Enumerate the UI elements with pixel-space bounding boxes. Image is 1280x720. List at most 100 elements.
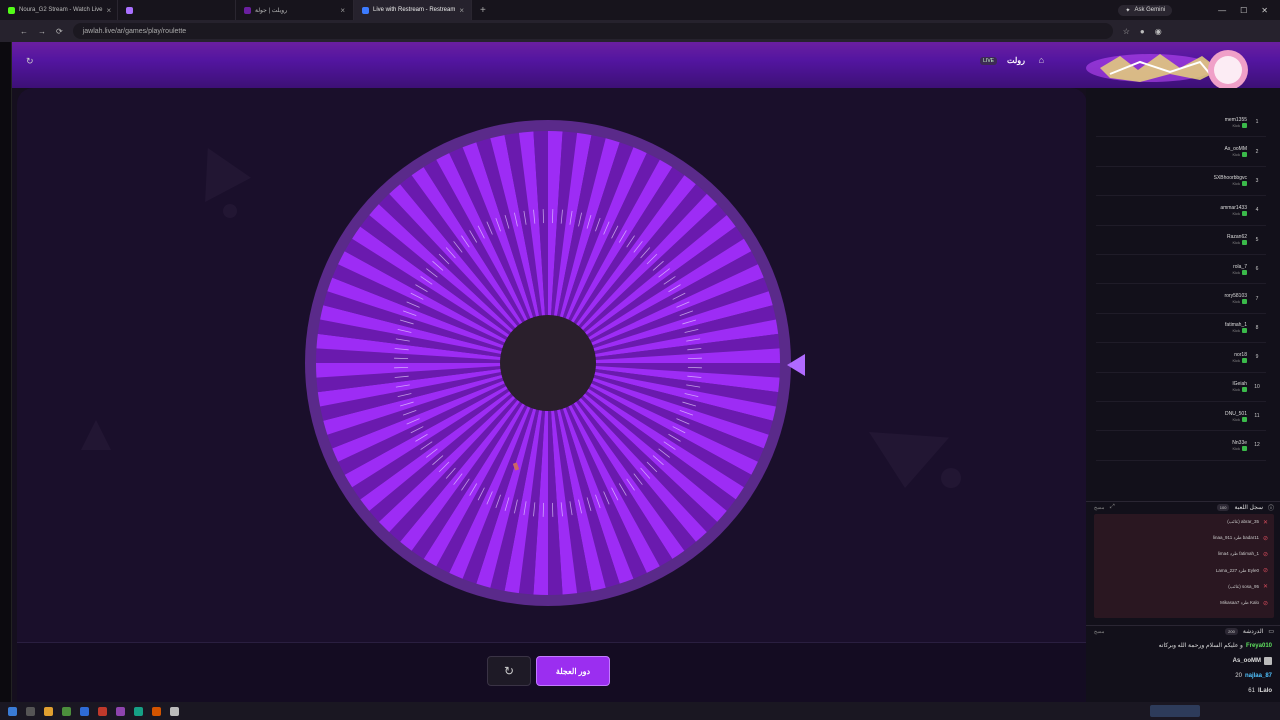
- taskbar-app-icon[interactable]: [98, 706, 107, 716]
- player-platform: Kick: [1232, 416, 1240, 422]
- chat-title: الدردشة: [1242, 629, 1264, 635]
- taskbar-app-icon[interactable]: [152, 706, 161, 716]
- chat-message: و عليكم السلام ورحمة الله وبركاته Freya01…: [1086, 638, 1272, 653]
- player-meta: Kick: [1232, 210, 1247, 216]
- close-icon[interactable]: ×: [106, 6, 111, 15]
- chat-username[interactable]: lLalo: [1258, 688, 1272, 694]
- player-platform: Kick: [1232, 357, 1240, 363]
- taskbar-app-icon[interactable]: [170, 706, 179, 716]
- kick-icon: [1242, 387, 1247, 393]
- info-icon[interactable]: ⓘ: [1268, 503, 1274, 512]
- decor-dot: [941, 468, 961, 488]
- page-title: رولت: [1006, 56, 1025, 65]
- player-info: DNU_501 Kick: [1225, 411, 1247, 422]
- log-item: (غائب) sosa_95 ✕: [1094, 579, 1274, 595]
- twitch-icon: [126, 6, 133, 14]
- log-text: lima4 طرد fatimah_1: [1217, 551, 1259, 557]
- player-rank: 8: [1255, 324, 1259, 331]
- wheel-hub: [500, 315, 596, 411]
- tab-label: Noura_G2 Stream - Watch Live: [19, 7, 103, 13]
- browser-tab[interactable]: [118, 0, 236, 20]
- home-icon[interactable]: ⌂: [1039, 55, 1044, 65]
- eliminated-icon: ✕: [1262, 584, 1268, 591]
- extension-icon[interactable]: ●: [1140, 27, 1145, 36]
- player-meta: Kick: [1232, 445, 1247, 451]
- close-icon[interactable]: ×: [340, 6, 345, 15]
- player-platform: Kick: [1232, 445, 1240, 451]
- player-platform: Kick: [1232, 152, 1240, 158]
- wheel-pointer-icon: [787, 354, 805, 376]
- expand-icon[interactable]: ⤢: [1110, 504, 1115, 511]
- player-platform: Kick: [1232, 122, 1240, 128]
- taskbar-app-icon[interactable]: [116, 706, 125, 716]
- browser-tab-bar: Noura_G2 Stream - Watch Live × رويلت | جو…: [0, 0, 1280, 20]
- minimize-icon[interactable]: —: [1218, 6, 1226, 15]
- player-rank: 4: [1255, 207, 1259, 214]
- spin-button[interactable]: دور العجلة: [536, 656, 610, 686]
- player-platform: Kick: [1232, 181, 1240, 187]
- url-text: jawlah.live/ar/games/play/roulette: [82, 27, 187, 35]
- new-tab-button[interactable]: +: [472, 5, 494, 16]
- player-row: Razan62 Kick 5: [1096, 226, 1266, 255]
- forward-icon[interactable]: →: [38, 27, 46, 36]
- browser-tab[interactable]: رويلت | جولة ×: [236, 0, 354, 20]
- decor-triangle: [869, 432, 949, 488]
- gemini-icon: ✦: [1125, 7, 1131, 14]
- player-row: nor18 Kick 9: [1096, 343, 1266, 373]
- player-rank: 6: [1255, 266, 1259, 273]
- player-info: rory58103 Kick: [1224, 293, 1247, 305]
- player-meta: Kick: [1232, 152, 1247, 158]
- close-icon[interactable]: ×: [459, 6, 464, 15]
- player-info: ammar1433 Kick: [1220, 205, 1247, 216]
- chat-username[interactable]: As_ooMM: [1233, 658, 1261, 664]
- chat-username[interactable]: Freya010: [1246, 643, 1272, 649]
- chat-list: و عليكم السلام ورحمة الله وبركاته Freya01…: [1086, 638, 1272, 702]
- search-icon[interactable]: [26, 706, 35, 716]
- player-row: Nn33e Kick 12: [1096, 431, 1266, 461]
- close-window-icon[interactable]: ✕: [1261, 6, 1268, 15]
- decor-triangle: [205, 148, 251, 202]
- url-field[interactable]: jawlah.live/ar/games/play/roulette: [72, 23, 1113, 39]
- kick-icon: [1242, 240, 1247, 246]
- log-title: سجل اللعبة: [1234, 505, 1263, 511]
- refresh-icon[interactable]: ↻: [26, 56, 34, 67]
- chat-text: و عليكم السلام ورحمة الله وبركاته: [1158, 643, 1243, 649]
- browser-tab[interactable]: Live with Restream - Restream ×: [354, 0, 472, 20]
- game-log-list: (غائب) abrar_35 ✕ linaa_911 طرد badar11 ⊘ li…: [1094, 514, 1274, 618]
- eliminated-icon: ⊘: [1262, 568, 1268, 575]
- avatar: [1264, 656, 1272, 665]
- reset-button[interactable]: ↻: [487, 656, 531, 686]
- browser-tab[interactable]: Noura_G2 Stream - Watch Live ×: [0, 0, 118, 20]
- window-controls: — ☐ ✕: [1218, 6, 1280, 15]
- chat-message: 61 lLalo: [1086, 683, 1272, 698]
- profile-icon[interactable]: ◉: [1155, 27, 1162, 36]
- reload-icon[interactable]: ⟳: [56, 27, 63, 36]
- back-icon[interactable]: ←: [20, 27, 28, 36]
- taskbar-app-icon[interactable]: [44, 706, 53, 716]
- chat-text: 20: [1235, 672, 1242, 679]
- player-row: As_ooMM Kick 2: [1096, 137, 1266, 167]
- roulette-wheel[interactable]: [305, 120, 791, 606]
- player-meta: Kick: [1232, 181, 1247, 187]
- log-item: linaa_911 طرد badar11 ⊘: [1094, 530, 1274, 546]
- taskbar-app-icon[interactable]: [80, 706, 89, 716]
- log-text: (غائب) abrar_35: [1227, 519, 1259, 525]
- player-info: As_ooMM Kick: [1224, 146, 1247, 158]
- ask-gemini-button[interactable]: ✦ Ask Gemini: [1118, 4, 1173, 16]
- player-meta: Kick: [1232, 299, 1247, 305]
- log-text: Mikasaa7 طرد Kalo: [1220, 600, 1259, 606]
- jawlah-icon: [244, 6, 251, 14]
- player-rank: 9: [1255, 354, 1259, 361]
- player-meta: Kick: [1232, 416, 1247, 422]
- start-icon[interactable]: [8, 706, 17, 716]
- chat-username[interactable]: najlaa_87: [1245, 673, 1272, 679]
- clear-chat-button[interactable]: مسح: [1094, 629, 1104, 635]
- bookmark-star-icon[interactable]: ☆: [1123, 27, 1130, 36]
- page-viewport: ↻ LIVE رولت ⌂ ↻ دور العجلة mem1355 Kick 1 A…: [12, 42, 1280, 702]
- system-tray[interactable]: [1150, 705, 1200, 717]
- taskbar-app-icon[interactable]: [134, 706, 143, 716]
- maximize-icon[interactable]: ☐: [1240, 6, 1247, 15]
- taskbar-app-icon[interactable]: [62, 706, 71, 716]
- game-log-header: مسح ⤢ 100 سجل اللعبة ⓘ: [1086, 501, 1280, 513]
- clear-log-button[interactable]: مسح: [1094, 505, 1104, 511]
